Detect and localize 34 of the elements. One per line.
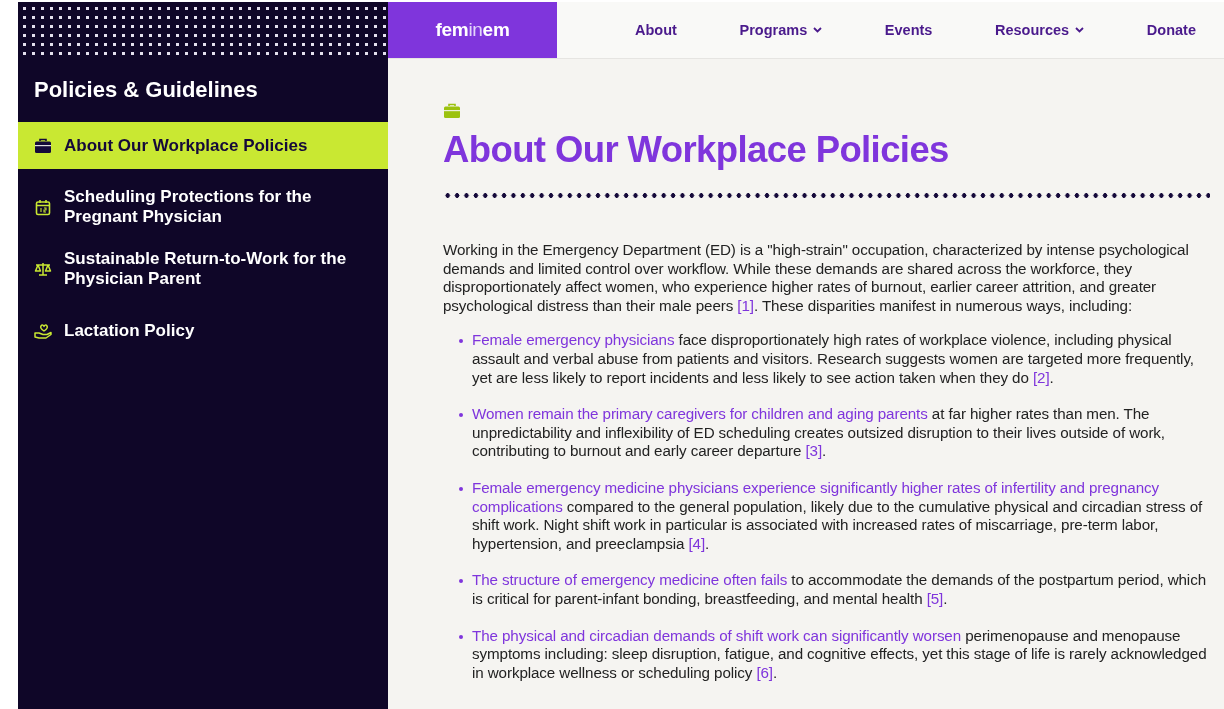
scales-icon [34, 261, 52, 277]
bullet-paragraph: Female emergency medicine physicians experience significantly higher rates of infertility and pregnancy complications compared to the general population, likely due to the cumulative physical and circadian stress of shift work. Night shift work in particular is associated with increased rates of miscarriage, pre-term labor, hypertension, and preeclampsia [4]. [472, 478, 1204, 554]
page-title: About Our Workplace Policies [443, 129, 950, 171]
citation-link[interactable]: [6] [756, 663, 773, 681]
sidebar-item[interactable]: Sustainable Return-to-Work for the Physician Parent [18, 245, 388, 293]
briefcase-icon [34, 137, 52, 154]
bullet-paragraph: Women remain the primary caregivers for children and aging parents at far higher rates than men. The unpredictability and inflexibility of ED scheduling creates outsized disruption to their lives outside of work, contributing to burnout and early career departure [3]. [472, 405, 1166, 461]
hand-heart-icon [34, 322, 52, 339]
nav-link[interactable]: Resources [995, 22, 1085, 38]
sidebar-item[interactable]: Lactation Policy [18, 307, 388, 354]
logo[interactable]: feminem [388, 2, 557, 58]
citation-link[interactable]: [5] [926, 589, 944, 607]
briefcase-icon [443, 103, 461, 119]
sidebar-item[interactable]: Scheduling Protections for the Pregnant Physician [18, 183, 388, 231]
sidebar-item[interactable]: About Our Workplace Policies [18, 122, 388, 169]
calendar-icon [35, 198, 51, 216]
bullet-paragraph: The physical and circadian demands of shift work can significantly worsen perimenopause and menopause symptoms including: sleep disruption, fatigue, and cognitive effects, yet this stage of life is rarely acknowledged in workplace wellness or scheduling policy [6]. [472, 626, 1208, 683]
bullet-paragraph: Female emergency physicians face disproportionately high rates of workplace violence, including physical assault and verbal abuse from patients and visitors. Research suggests women are targeted more frequently, yet are less likely to report incidents and less likely to see action taken when they do [2]. [472, 331, 1195, 388]
bullet-icon [459, 579, 463, 584]
citation-link[interactable]: [4] [688, 534, 705, 552]
bullet-icon [459, 339, 463, 344]
citation-link[interactable]: [2] [1032, 368, 1050, 386]
nav-link[interactable]: Programs [739, 22, 823, 38]
nav-link[interactable]: About [635, 22, 677, 38]
bullet-icon [459, 634, 463, 639]
sidebar-title: Policies & Guidelines [34, 77, 259, 103]
bullet-icon [459, 486, 463, 491]
intro-paragraph: Working in the Emergency Department (ED) is a "high-strain" occupation, characterized by intense psychological demands and limited control over workflow. While these demands are shared across the workforce, they disproportionately affect women, who experience higher rates of burnout, earlier career attrition, and greater psychological distress than their male peers [1]. These disparities manifest in numerous ways, including: [443, 241, 1190, 316]
citation-link[interactable]: [1] [737, 296, 754, 314]
citation-link[interactable]: [3] [805, 442, 823, 460]
nav-link[interactable]: Donate [1146, 22, 1196, 38]
bullet-paragraph: The structure of emergency medicine often fails to accommodate the demands of the postpartum period, which is critical for parent-infant bonding, breastfeeding, and mental health [5]. [472, 571, 1207, 609]
nav-link[interactable]: Events [884, 22, 933, 38]
bullet-icon [459, 413, 463, 418]
